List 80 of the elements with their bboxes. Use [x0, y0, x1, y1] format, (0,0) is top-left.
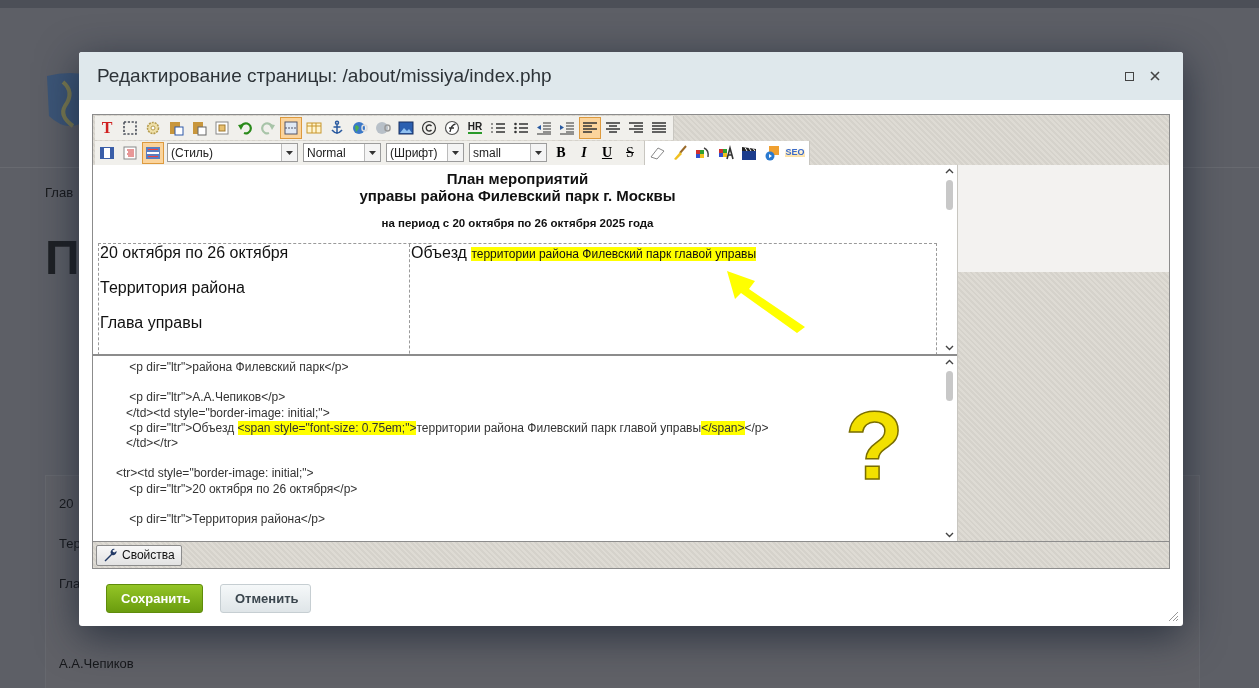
flash-icon: [444, 119, 460, 136]
strikethrough-button[interactable]: S: [619, 141, 641, 164]
align-left-button[interactable]: [579, 116, 601, 139]
copy-icon: [214, 119, 230, 136]
color-swatch-icon: [718, 144, 734, 161]
code-line: </td><td style="border-image: initial;">: [125, 405, 330, 421]
paste-word-icon: [168, 119, 184, 136]
caret-icon: [452, 150, 459, 155]
document-title: План мероприятий: [445, 170, 590, 187]
seo-button[interactable]: SEO: [784, 141, 806, 164]
align-left-icon: [582, 119, 598, 136]
dropdown[interactable]: (Стиль): [167, 143, 298, 162]
card-text: 20: [59, 496, 75, 513]
cancel-button[interactable]: Отменить: [220, 584, 311, 613]
bold-button[interactable]: B: [550, 141, 572, 164]
copyright-icon: [421, 119, 437, 136]
horizontal-rule-button[interactable]: HR: [464, 116, 486, 139]
code-line: <p dir="ltr">20 октября по 26 октября</p>: [128, 481, 358, 497]
globe-link-icon: [352, 119, 368, 136]
combined-view-button[interactable]: [142, 141, 164, 164]
dropdown[interactable]: (Шрифт): [386, 143, 464, 162]
question-annotation: ?: [845, 398, 904, 494]
code-line: <p dir="ltr">Территория района</p>: [128, 511, 325, 528]
page-break-button[interactable]: [280, 116, 302, 139]
document-subtitle: на период с 20 октября по 26 октября 2025 года: [380, 217, 655, 229]
color-palette-icon: [695, 144, 711, 161]
source-view-icon: [122, 144, 138, 161]
page-break-icon: [283, 119, 299, 136]
resize-grip-icon[interactable]: [1168, 611, 1179, 622]
redo-icon: [260, 119, 276, 136]
scroll-up-icon[interactable]: [944, 359, 954, 365]
visual-editor[interactable]: [93, 165, 957, 356]
card-text: А.А.Чепиков: [59, 656, 135, 673]
wrench-icon: [103, 548, 117, 562]
caret-icon: [535, 150, 542, 155]
scrollbar-thumb[interactable]: [945, 180, 953, 210]
card-text: Гла: [59, 576, 82, 593]
globe-unlink-icon: [375, 119, 391, 136]
scroll-down-icon[interactable]: [944, 345, 954, 351]
cell-text: Объезд территории района Филевский парк главой управы: [411, 244, 758, 263]
select-all-icon: [122, 119, 138, 136]
clapperboard-icon: [741, 144, 757, 161]
italic-button[interactable]: I: [573, 141, 595, 164]
dropdown[interactable]: small: [469, 143, 547, 162]
cell-text: Глава управы: [100, 314, 204, 332]
close-icon: [1150, 71, 1160, 81]
caret-icon: [369, 150, 376, 155]
gear-icon: [145, 119, 161, 136]
properties-button[interactable]: Свойства: [96, 544, 182, 566]
code-line: </td></tr>: [125, 435, 179, 452]
text-button[interactable]: T: [96, 116, 118, 139]
undo-icon: [237, 119, 253, 136]
align-center-icon: [605, 119, 621, 136]
scroll-down-icon[interactable]: [944, 532, 954, 538]
dropdown[interactable]: Normal: [303, 143, 381, 162]
media-icon: [764, 144, 780, 161]
paste-text-icon: [191, 119, 207, 136]
page-heading: П: [45, 230, 80, 285]
code-line: <tr><td style="border-image: initial;">: [116, 466, 314, 482]
align-justify-icon: [651, 119, 667, 136]
combined-view-icon: [145, 144, 161, 161]
indent-icon: [559, 119, 575, 136]
cell-text: Территория района: [100, 279, 246, 297]
image-icon: [398, 119, 414, 136]
document-title: управы района Филевский парк г. Москвы: [358, 187, 677, 204]
scrollbar-thumb[interactable]: [945, 371, 953, 401]
align-right-icon: [628, 119, 644, 136]
anchor-icon: [329, 119, 345, 136]
outdent-icon: [536, 119, 552, 136]
dialog-title: Редактирование страницы: /about/missiya/index.php: [97, 65, 553, 87]
maximize-icon: [1125, 71, 1134, 81]
code-line: <p dir="ltr">района Филевский парк</p>: [128, 360, 349, 376]
underline-button[interactable]: U: [596, 141, 618, 164]
table-icon: [306, 119, 322, 136]
brush-icon: [672, 144, 688, 161]
scroll-up-icon[interactable]: [944, 168, 954, 174]
cell-text: 20 октября по 26 октября: [100, 244, 290, 262]
code-line: <p dir="ltr">А.А.Чепиков</p>: [128, 390, 286, 406]
caret-icon: [286, 150, 293, 155]
split-view-icon: [99, 144, 115, 161]
